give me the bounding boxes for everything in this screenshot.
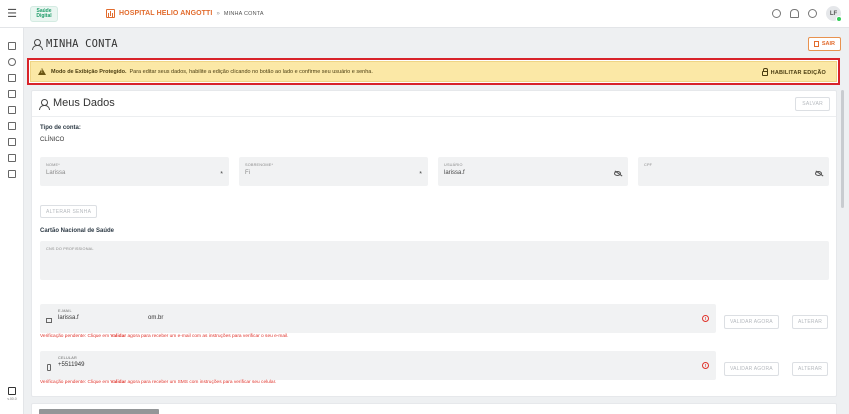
field-value: larissa.f bbox=[444, 170, 465, 176]
stethoscope-icon[interactable] bbox=[8, 74, 16, 82]
pending-bold: Validar bbox=[110, 380, 127, 385]
change-phone-button[interactable]: ALTERAR bbox=[792, 362, 829, 376]
my-data-card: Meus Dados SALVAR Tipo de conta: CLÍNICO… bbox=[31, 90, 837, 397]
first-name-field[interactable]: NOME* Larissa * bbox=[40, 157, 229, 186]
professional-data-card bbox=[31, 403, 837, 414]
change-email-button[interactable]: ALTERAR bbox=[792, 315, 829, 329]
enable-edit-button[interactable]: HABILITAR EDIÇÃO bbox=[761, 67, 826, 76]
breadcrumb-page: MINHA CONTA bbox=[223, 10, 264, 17]
user-icon bbox=[39, 99, 50, 110]
pending-suffix: agora para receber um SMS com instruções… bbox=[126, 380, 277, 385]
field-value: Larissa bbox=[46, 170, 66, 176]
building-icon[interactable] bbox=[8, 154, 16, 162]
logout-button[interactable]: SAIR bbox=[807, 37, 841, 51]
book-icon[interactable] bbox=[8, 138, 16, 146]
eye-off-icon[interactable] bbox=[815, 171, 822, 176]
page-header: MINHA CONTA SAIR bbox=[24, 32, 849, 56]
required-marker: * bbox=[419, 171, 422, 178]
verify-phone-button[interactable]: VALIDAR AGORA bbox=[724, 362, 779, 376]
breadcrumb-separator: » bbox=[216, 10, 220, 17]
username-field[interactable]: USUÁRIO larissa.f bbox=[438, 157, 628, 186]
alert-circle-icon: ! bbox=[702, 362, 709, 369]
breadcrumb: HOSPITAL HELIO ANGOTTI » MINHA CONTA bbox=[106, 9, 264, 18]
phone-field[interactable]: CELULAR +5511949 ! bbox=[40, 351, 716, 380]
chart-icon[interactable] bbox=[8, 170, 16, 178]
alert-message: Para editar seus dados, habilite a ediçã… bbox=[129, 68, 373, 75]
alert-title: Modo de Exibição Protegido. bbox=[51, 68, 127, 75]
help-icon[interactable] bbox=[808, 9, 817, 18]
avatar-initials: LF bbox=[829, 10, 838, 17]
scrollbar[interactable] bbox=[841, 90, 844, 208]
card-header: Meus Dados SALVAR bbox=[32, 91, 836, 117]
avatar[interactable]: LF bbox=[826, 6, 842, 22]
card-title-placeholder bbox=[39, 409, 159, 414]
field-label: CNS DO PROFISSIONAL bbox=[46, 247, 94, 251]
calendar-icon[interactable] bbox=[8, 106, 16, 114]
mail-icon bbox=[46, 318, 52, 323]
card-title: Meus Dados bbox=[53, 97, 115, 109]
field-label: NOME* bbox=[46, 163, 60, 167]
pending-prefix: Verificação pendente: Clique em bbox=[40, 380, 111, 385]
cns-section-title: Cartão Nacional de Saúde bbox=[40, 228, 115, 234]
lock-icon bbox=[761, 67, 769, 76]
page-title: MINHA CONTA bbox=[46, 38, 118, 50]
breadcrumb-hospital[interactable]: HOSPITAL HELIO ANGOTTI bbox=[119, 10, 212, 17]
logout-label: SAIR bbox=[821, 41, 835, 47]
protected-mode-alert-highlight: Modo de Exibição Protegido. Para editar … bbox=[27, 58, 840, 85]
sidebar-bottom[interactable]: v.00.0 bbox=[4, 387, 20, 401]
account-type-value: CLÍNICO bbox=[40, 137, 65, 143]
bell-icon[interactable] bbox=[790, 9, 799, 18]
field-label: E-MAIL bbox=[58, 309, 72, 313]
field-label: USUÁRIO bbox=[444, 163, 463, 167]
last-name-field[interactable]: SOBRENOME* Fi * bbox=[239, 157, 428, 186]
home-icon[interactable] bbox=[8, 42, 16, 50]
cns-field[interactable]: CNS DO PROFISSIONAL bbox=[40, 241, 829, 280]
field-label: SOBRENOME* bbox=[245, 163, 274, 167]
sidebar: v.00.0 bbox=[0, 28, 24, 414]
hospital-icon bbox=[106, 9, 115, 18]
required-marker: * bbox=[220, 171, 223, 178]
alert-circle-icon: ! bbox=[702, 315, 709, 322]
users-icon[interactable] bbox=[8, 58, 16, 66]
phone-pending-message: Verificação pendente: Clique em Validar … bbox=[40, 380, 276, 385]
eye-off-icon[interactable] bbox=[614, 171, 621, 176]
field-value-suffix: om.br bbox=[148, 315, 164, 321]
cpf-field[interactable]: CPF bbox=[638, 157, 829, 186]
user-icon bbox=[32, 39, 43, 50]
email-field[interactable]: E-MAIL larissa.f om.br ! bbox=[40, 304, 716, 333]
pending-suffix: agora para receber um e-mail com as inst… bbox=[126, 334, 289, 339]
enable-edit-label: HABILITAR EDIÇÃO bbox=[770, 70, 826, 76]
top-bar: ☰ Saúde Digital HOSPITAL HELIO ANGOTTI »… bbox=[0, 0, 849, 28]
document-icon[interactable] bbox=[8, 122, 16, 130]
edit-icon bbox=[8, 387, 16, 395]
email-pending-message: Verificação pendente: Clique em Validar … bbox=[40, 334, 289, 339]
version-label: v.00.0 bbox=[7, 397, 17, 401]
field-label: CELULAR bbox=[58, 356, 77, 360]
field-value: larissa.f bbox=[58, 315, 79, 321]
pending-bold: Validar bbox=[110, 334, 127, 339]
phone-icon bbox=[47, 364, 51, 371]
save-button[interactable]: SALVAR bbox=[795, 97, 830, 111]
field-label: CPF bbox=[644, 163, 653, 167]
pending-prefix: Verificação pendente: Clique em bbox=[40, 334, 111, 339]
change-password-button[interactable]: ALTERAR SENHA bbox=[40, 205, 98, 218]
account-type-label: Tipo de conta: bbox=[40, 125, 81, 131]
verify-email-button[interactable]: VALIDAR AGORA bbox=[724, 315, 779, 329]
protected-mode-alert: Modo de Exibição Protegido. Para editar … bbox=[30, 61, 837, 82]
field-value: +5511949 bbox=[58, 362, 85, 368]
globe-icon[interactable] bbox=[772, 9, 781, 18]
clipboard-icon[interactable] bbox=[8, 90, 16, 98]
app-logo[interactable]: Saúde Digital bbox=[30, 5, 58, 22]
menu-icon[interactable]: ☰ bbox=[0, 7, 24, 20]
warning-icon bbox=[38, 68, 46, 75]
logout-icon bbox=[813, 41, 819, 47]
field-value: Fi bbox=[245, 170, 250, 176]
online-status-dot bbox=[836, 16, 842, 22]
